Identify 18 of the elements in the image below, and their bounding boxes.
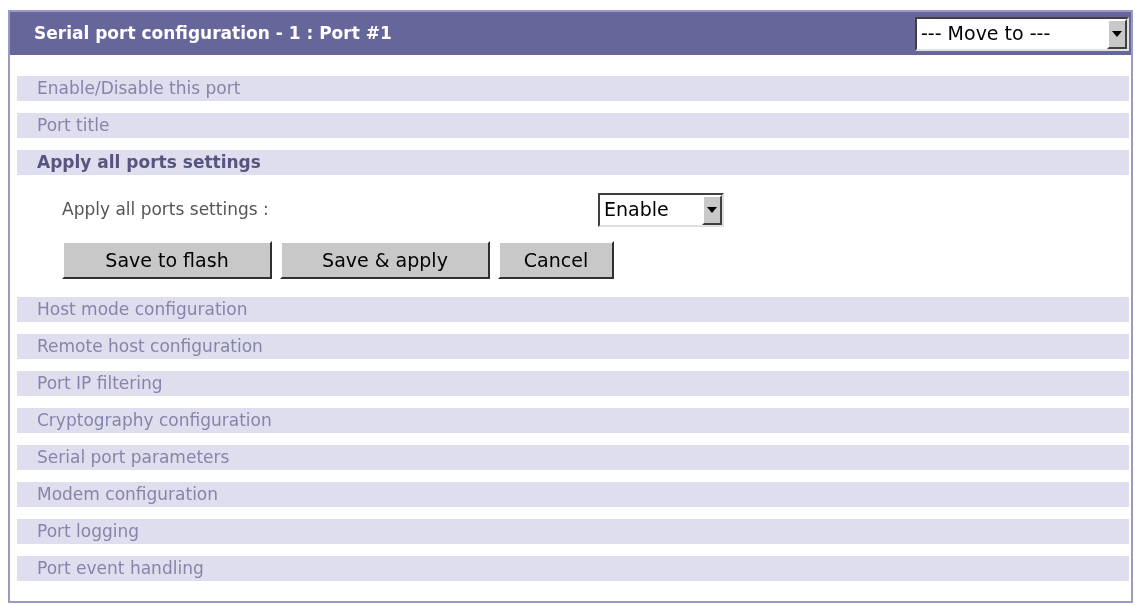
section-header[interactable]: Apply all ports settings [17,150,1129,175]
form-button[interactable]: Save to flash [62,241,272,279]
section-header[interactable]: Remote host configuration [17,334,1129,359]
section-header[interactable]: Cryptography configuration [17,408,1129,433]
setting-dropdown[interactable]: Enable [598,193,724,227]
section-header[interactable]: Modem configuration [17,482,1129,507]
section-header[interactable]: Host mode configuration [17,297,1129,322]
section-header[interactable]: Port logging [17,519,1129,544]
form-button[interactable]: Save & apply [280,241,490,279]
field-label: Apply all ports settings : [62,198,270,222]
panel-title: Serial port configuration - 1 : Port #1 [34,21,392,45]
section-header[interactable]: Enable/Disable this port [17,76,1129,101]
form-button[interactable]: Cancel [498,241,614,279]
section-header[interactable]: Port IP filtering [17,371,1129,396]
section-header[interactable]: Serial port parameters [17,445,1129,470]
section-header[interactable]: Port event handling [17,556,1129,581]
section-header[interactable]: Port title [17,113,1129,138]
move-to-dropdown[interactable]: --- Move to --- [915,16,1129,51]
